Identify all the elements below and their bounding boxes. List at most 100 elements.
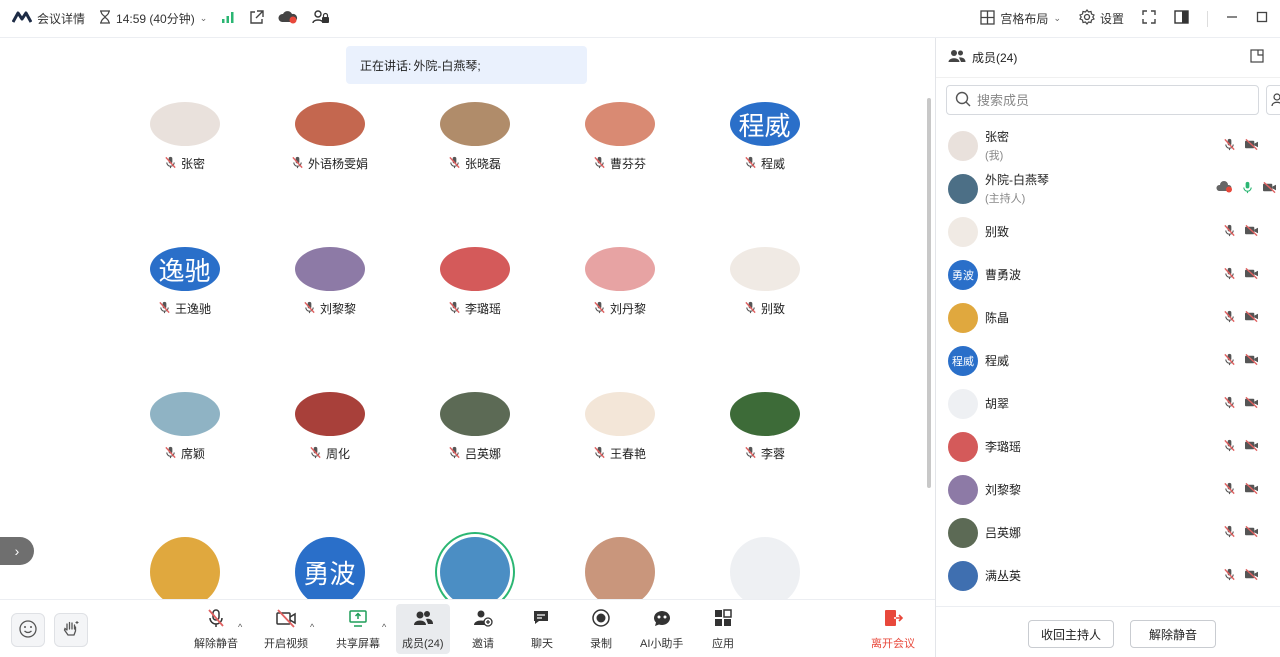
speaking-name: 外院-白燕琴; (413, 58, 481, 73)
maximize-button[interactable] (1256, 11, 1268, 26)
participant-tile[interactable] (547, 537, 692, 599)
layout-dropdown[interactable]: 宫格布局 ⌄ (980, 9, 1061, 28)
cloud-record-status[interactable] (278, 10, 298, 27)
member-row[interactable]: 吕英娜 (936, 511, 1280, 554)
member-avatar (948, 130, 978, 161)
mic-muted-icon[interactable] (1223, 482, 1236, 498)
participant-tile[interactable] (112, 537, 257, 599)
camera-off-icon[interactable] (1244, 224, 1259, 240)
mic-muted-icon[interactable] (1223, 267, 1236, 283)
member-search-input[interactable] (977, 92, 1227, 108)
participant-tile[interactable]: 王春艳 (547, 392, 692, 462)
chevron-up-icon[interactable]: ^ (238, 622, 242, 632)
camera-off-icon[interactable] (1244, 396, 1259, 412)
mic-muted-icon[interactable] (1223, 525, 1236, 541)
camera-off-icon[interactable] (1244, 138, 1259, 154)
participant-tile[interactable]: 吕英娜 (402, 392, 547, 462)
camera-off-icon[interactable] (1244, 310, 1259, 326)
raise-hand-button[interactable] (54, 613, 88, 647)
mic-on-icon[interactable] (1241, 181, 1254, 197)
grid-icon (980, 9, 996, 28)
meeting-info-button[interactable]: 会议详情 (11, 10, 85, 27)
member-row[interactable]: 程威 程威 (936, 339, 1280, 382)
participant-tile[interactable]: 张晓磊 (402, 102, 547, 172)
unmute-all-button[interactable]: 解除静音 (1130, 620, 1216, 648)
chevron-up-icon[interactable]: ^ (310, 622, 314, 632)
mic-muted-icon[interactable] (1223, 439, 1236, 455)
camera-off-icon[interactable] (1244, 568, 1259, 584)
member-row[interactable]: 张密 (我) (936, 124, 1280, 167)
duration-dropdown[interactable]: 14:59 (40分钟) ⌄ (99, 10, 207, 27)
member-row[interactable]: 陈晶 (936, 296, 1280, 339)
start-video-button[interactable]: 开启视频 (264, 607, 308, 651)
camera-off-icon[interactable] (1244, 525, 1259, 541)
chevron-up-icon[interactable]: ^ (382, 622, 386, 632)
mic-muted-icon[interactable] (1223, 310, 1236, 326)
user-search-button[interactable] (1266, 85, 1280, 115)
participant-name-row: 刘黎黎 (303, 300, 356, 317)
participant-tile[interactable] (692, 537, 837, 599)
mic-muted-icon (448, 446, 461, 462)
member-search-box[interactable] (946, 85, 1259, 115)
grid-scrollbar[interactable] (927, 98, 931, 488)
leave-meeting-button[interactable]: 离开会议 (871, 607, 915, 651)
member-row[interactable]: 满丛英 (936, 554, 1280, 597)
participant-tile[interactable]: 张密 (112, 102, 257, 172)
settings-button[interactable]: 设置 (1079, 9, 1124, 28)
mic-muted-icon[interactable] (1223, 138, 1236, 154)
participant-tile[interactable]: 逸驰 王逸驰 (112, 247, 257, 317)
participant-tile[interactable]: 勇波 (257, 537, 402, 599)
reclaim-host-button[interactable]: 收回主持人 (1028, 620, 1114, 648)
members-button[interactable]: 成员(24) (396, 604, 450, 654)
member-row[interactable]: 外院-白燕琴 (主持人) (936, 167, 1280, 210)
unmute-button[interactable]: 解除静音 (194, 607, 238, 651)
signal-indicator[interactable] (221, 11, 235, 26)
participant-tile[interactable]: 席颖 (112, 392, 257, 462)
participant-tile[interactable]: 李璐瑶 (402, 247, 547, 317)
share-link-button[interactable] (249, 9, 264, 28)
ai-assistant-button[interactable]: AI小助手 (640, 607, 683, 651)
lock-meeting-button[interactable] (312, 9, 330, 28)
minimize-button[interactable] (1226, 11, 1238, 26)
member-row[interactable]: 刘黎黎 (936, 468, 1280, 511)
chat-button[interactable]: 聊天 (531, 607, 553, 651)
camera-off-icon[interactable] (1244, 482, 1259, 498)
participant-tile[interactable]: 周化 (257, 392, 402, 462)
fullscreen-button[interactable] (1142, 10, 1156, 27)
camera-off-icon[interactable] (1262, 181, 1277, 197)
member-status-icons (1223, 339, 1259, 382)
record-button[interactable]: 录制 (590, 607, 612, 651)
member-row[interactable]: 别致 (936, 210, 1280, 253)
member-text: 刘黎黎 (985, 481, 1021, 498)
emoji-button[interactable] (11, 613, 45, 647)
apps-button[interactable]: 应用 (712, 607, 734, 651)
participant-tile[interactable]: 李蓉 (692, 392, 837, 462)
participant-tile[interactable]: 刘黎黎 (257, 247, 402, 317)
participant-tile[interactable]: 刘丹黎 (547, 247, 692, 317)
participant-tile[interactable] (402, 537, 547, 599)
camera-off-icon[interactable] (1244, 439, 1259, 455)
sidebar-toggle-button[interactable] (1174, 10, 1189, 27)
invite-button[interactable]: 邀请 (472, 607, 494, 651)
member-row[interactable]: 勇波 曹勇波 (936, 253, 1280, 296)
camera-off-icon[interactable] (1244, 353, 1259, 369)
participant-tile[interactable]: 程威 程威 (692, 102, 837, 172)
participant-avatar: 逸驰 (149, 247, 220, 291)
mic-muted-icon[interactable] (1223, 353, 1236, 369)
participant-tile[interactable]: 别致 (692, 247, 837, 317)
share-screen-button[interactable]: 共享屏幕 (336, 607, 380, 651)
mic-muted-icon[interactable] (1223, 396, 1236, 412)
camera-off-icon[interactable] (1244, 267, 1259, 283)
mic-muted-icon (744, 156, 757, 172)
popout-button[interactable] (1250, 49, 1264, 66)
mic-muted-icon[interactable] (1223, 224, 1236, 240)
participant-tile[interactable]: 外语杨雯娟 (257, 102, 402, 172)
mic-muted-icon[interactable] (1223, 568, 1236, 584)
participant-tile[interactable]: 曹芬芬 (547, 102, 692, 172)
member-row[interactable]: 胡翠 (936, 382, 1280, 425)
participant-name-row: 外语杨雯娟 (291, 155, 368, 172)
expand-side-button[interactable]: › (0, 537, 34, 565)
hand-icon (61, 619, 81, 642)
cloud-record-icon (278, 10, 298, 27)
member-row[interactable]: 李璐瑶 (936, 425, 1280, 468)
